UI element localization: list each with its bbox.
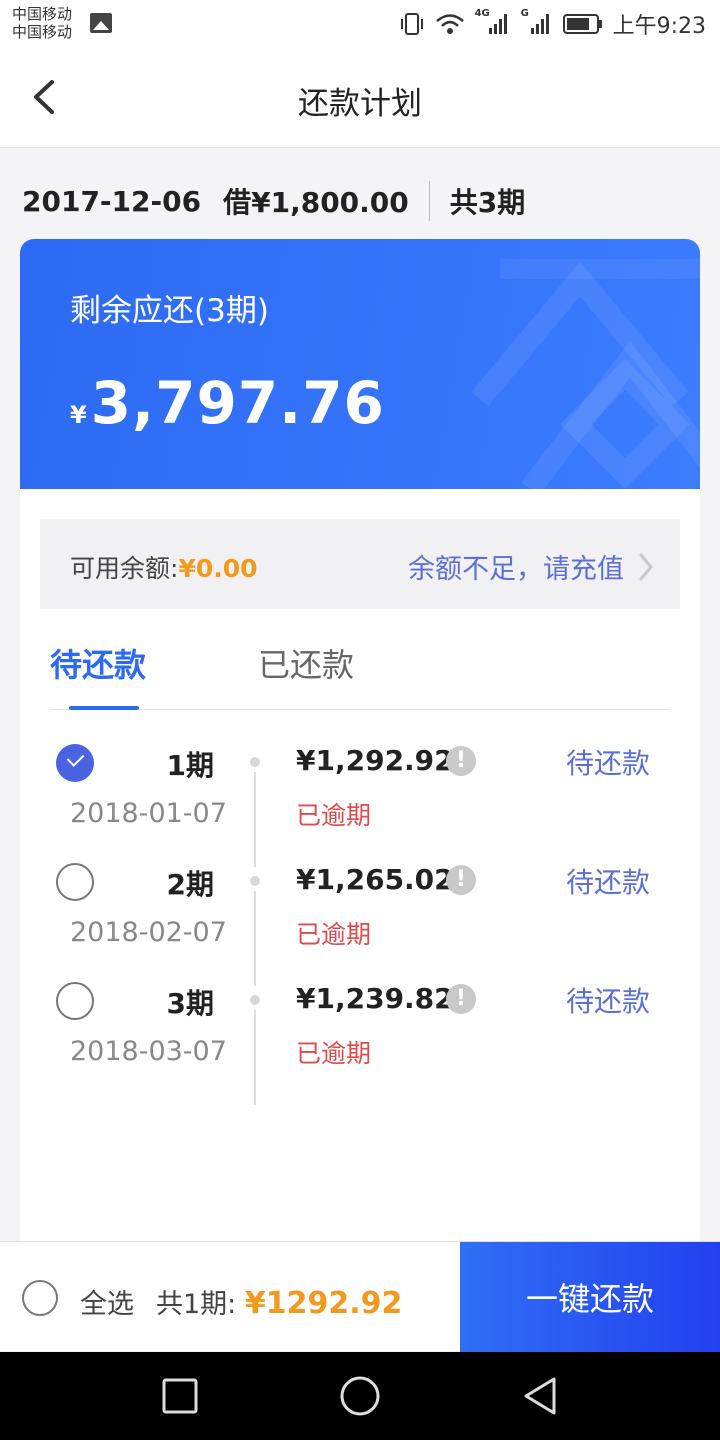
one-click-pay-button[interactable]: 一键还款 — [460, 1242, 720, 1352]
loan-date: 2017-12-06 — [22, 184, 202, 218]
installment-row[interactable]: 2期 2018-02-07 ¥1,265.02 ! 已逾期 待还款 — [20, 841, 700, 986]
installment-amount: ¥1,265.02 — [296, 863, 454, 896]
total-summary: 共1期: ¥1292.92 — [156, 1282, 402, 1321]
installment-list: 1期 2018-01-07 ¥1,292.92 ! 已逾期 待还款 2期 201… — [20, 722, 700, 1105]
installment-due-date: 2018-01-07 — [70, 798, 227, 829]
remaining-amount-value: 3,797.76 — [90, 369, 385, 437]
installment-checkbox[interactable] — [56, 863, 94, 901]
installment-status: 待还款 — [565, 985, 650, 1018]
repayment-tabs: 待还款 已还款 — [50, 636, 670, 710]
select-all-checkbox[interactable] — [22, 1280, 58, 1316]
currency-symbol: ¥ — [70, 401, 87, 429]
available-balance: 可用余额:¥0.00 — [70, 549, 258, 585]
clock: 上午9:23 — [612, 14, 706, 39]
carrier-info: 中国移动 中国移动 — [12, 5, 72, 41]
overdue-tag: 已逾期 — [296, 801, 372, 830]
divider — [428, 181, 430, 221]
installment-checkbox[interactable] — [56, 744, 94, 782]
installment-period: 3期 — [166, 987, 214, 1020]
back-triangle-icon[interactable] — [518, 1374, 562, 1418]
vibrate-icon — [400, 13, 423, 35]
loan-amount: 借¥1,800.00 — [223, 186, 409, 219]
remaining-amount: ¥ 3,797.76 — [70, 369, 385, 437]
tab-pending[interactable]: 待还款 — [50, 640, 146, 686]
exclamation-circle-icon[interactable]: ! — [446, 984, 476, 1014]
active-tab-indicator — [69, 706, 139, 710]
total-amount: ¥1292.92 — [244, 1286, 403, 1321]
net-1-label: 4G — [474, 8, 490, 19]
tab-paid[interactable]: 已还款 — [258, 640, 354, 686]
bottom-action-bar: 全选 共1期: ¥1292.92 一键还款 — [0, 1241, 720, 1352]
loan-periods: 共3期 — [449, 186, 526, 219]
carrier-1: 中国移动 — [12, 5, 73, 23]
loan-summary: 2017-12-06 借¥1,800.00 共3期 — [22, 178, 525, 224]
installment-status: 待还款 — [565, 747, 650, 780]
installment-due-date: 2018-03-07 — [70, 1036, 227, 1067]
remaining-label: 剩余应还(3期) — [70, 293, 269, 329]
status-bar: 中国移动 中国移动 4G G 上午9:23 — [0, 0, 720, 50]
installment-period: 2期 — [166, 868, 214, 901]
nav-header: 还款计划 — [0, 50, 720, 148]
installment-row[interactable]: 3期 2018-03-07 ¥1,239.82 ! 已逾期 待还款 — [20, 960, 700, 1105]
installment-due-date: 2018-02-07 — [70, 917, 227, 948]
wifi-icon — [435, 14, 464, 34]
installment-status: 待还款 — [565, 866, 650, 899]
remaining-card: 剩余应还(3期) ¥ 3,797.76 — [20, 239, 700, 489]
available-balance-value: ¥0.00 — [178, 554, 258, 583]
installment-checkbox[interactable] — [56, 982, 94, 1020]
system-navigation-bar — [0, 1352, 720, 1440]
installment-amount: ¥1,239.82 — [296, 982, 454, 1015]
timeline-dot — [250, 757, 260, 767]
home-icon[interactable] — [338, 1374, 382, 1418]
timeline-dot — [250, 876, 260, 886]
signal-4g-icon: 4G — [475, 8, 511, 36]
installment-period: 1期 — [166, 749, 214, 782]
timeline-line — [254, 1010, 256, 1105]
chevron-right-icon — [639, 553, 653, 580]
overdue-tag: 已逾期 — [296, 1039, 372, 1068]
balance-bar: 可用余额:¥0.00 余额不足，请充值 — [40, 519, 680, 609]
exclamation-circle-icon[interactable]: ! — [446, 865, 476, 895]
overdue-tag: 已逾期 — [296, 920, 372, 949]
recharge-link[interactable]: 余额不足，请充值 — [408, 547, 654, 586]
net-2-label: G — [520, 8, 529, 19]
gallery-notification-icon — [90, 13, 112, 33]
recharge-text: 余额不足，请充值 — [408, 554, 624, 585]
status-icons: 4G G 上午9:23 — [399, 8, 706, 39]
signal-g-icon: G — [521, 8, 553, 36]
select-all-label[interactable]: 全选 — [80, 1282, 134, 1321]
timeline-dot — [250, 995, 260, 1005]
installment-row[interactable]: 1期 2018-01-07 ¥1,292.92 ! 已逾期 待还款 — [20, 722, 700, 867]
available-balance-label: 可用余额: — [70, 554, 179, 583]
recent-apps-icon[interactable] — [158, 1374, 202, 1418]
total-prefix: 共1期: — [156, 1289, 237, 1320]
installment-amount: ¥1,292.92 — [296, 744, 454, 777]
page-title: 还款计划 — [298, 86, 422, 122]
exclamation-circle-icon[interactable]: ! — [446, 746, 476, 776]
carrier-2: 中国移动 — [12, 23, 73, 41]
card-decoration-icon — [471, 259, 700, 489]
battery-icon — [562, 14, 602, 34]
